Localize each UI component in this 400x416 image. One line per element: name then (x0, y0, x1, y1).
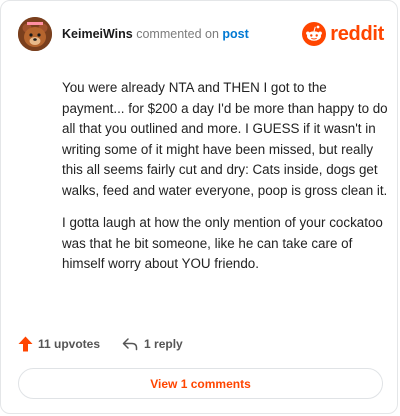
comment-body: You were already NTA and THEN I got to t… (62, 78, 388, 287)
upvote-button[interactable]: 11 upvotes (18, 336, 100, 352)
post-link[interactable]: post (222, 27, 248, 41)
bear-avatar-icon (18, 17, 52, 51)
reddit-snoo-icon (302, 22, 327, 46)
upvote-arrow-icon (18, 336, 33, 352)
comment-actions: 11 upvotes 1 reply (18, 334, 183, 354)
reddit-wordmark: reddit (330, 22, 384, 45)
view-comments-button[interactable]: View 1 comments (18, 368, 383, 399)
username-link[interactable]: KeimeiWins (62, 27, 133, 41)
reply-button[interactable]: 1 reply (122, 337, 183, 351)
comment-card: KeimeiWins commented on post reddit You … (0, 0, 398, 414)
reply-arrow-icon (122, 338, 138, 351)
user-avatar[interactable] (18, 17, 52, 51)
action-text: commented on (136, 27, 219, 41)
comment-header: KeimeiWins commented on post reddit (18, 16, 384, 52)
comment-paragraph: I gotta laugh at how the only mention of… (62, 215, 383, 271)
upvote-count: 11 upvotes (38, 337, 101, 351)
comment-paragraph: You were already NTA and THEN I got to t… (62, 80, 388, 198)
comment-meta: KeimeiWins commented on post (62, 27, 249, 41)
reply-count: 1 reply (144, 337, 183, 351)
reddit-logo[interactable]: reddit (302, 22, 384, 46)
